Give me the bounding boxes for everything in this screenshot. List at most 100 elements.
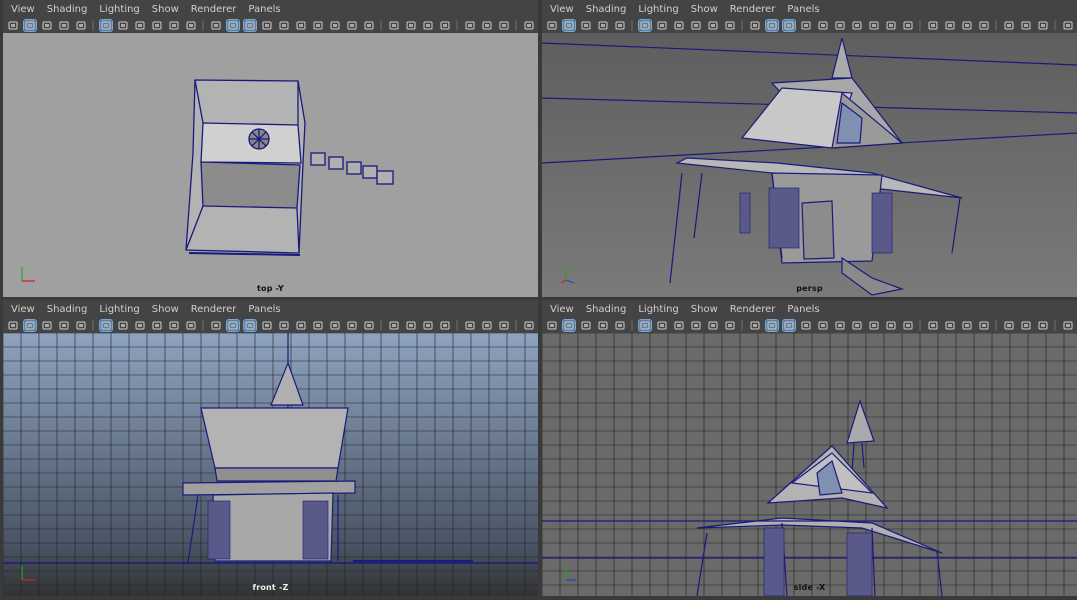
resolution-gate-icon[interactable] [673, 20, 685, 31]
viewport-panel-side[interactable]: View Shading Lighting Show Renderer Pane… [542, 300, 1077, 596]
frame-all-icon[interactable] [481, 20, 493, 31]
wireframe-on-shaded-icon[interactable] [243, 19, 257, 32]
depth-of-field-icon[interactable] [927, 320, 939, 331]
frame-all-icon[interactable] [1020, 320, 1032, 331]
xray-joints-icon[interactable] [422, 320, 434, 331]
ambient-occlusion-icon[interactable] [329, 320, 341, 331]
camera-attr-icon[interactable] [562, 319, 576, 332]
shadows-icon[interactable] [312, 320, 324, 331]
grid-icon[interactable] [99, 319, 113, 332]
menu-panels[interactable]: Panels [248, 4, 280, 15]
anti-alias-icon[interactable] [902, 320, 914, 331]
xray-icon[interactable] [800, 320, 812, 331]
resolution-icon[interactable] [523, 20, 535, 31]
wireframe-icon[interactable] [210, 320, 222, 331]
ui-icon[interactable] [464, 20, 476, 31]
camera-icon[interactable] [546, 320, 558, 331]
frame-selected-icon[interactable] [498, 320, 510, 331]
anti-alias-icon[interactable] [902, 20, 914, 31]
bookmark-icon[interactable] [41, 320, 53, 331]
viewport-front[interactable]: front -Z [3, 333, 538, 596]
isolate-select-icon[interactable] [944, 20, 956, 31]
gate-mask-icon[interactable] [151, 20, 163, 31]
menu-panels[interactable]: Panels [787, 4, 819, 15]
menu-view[interactable]: View [550, 4, 574, 15]
camera-attr-icon[interactable] [23, 19, 37, 32]
resolution-gate-icon[interactable] [134, 20, 146, 31]
menu-view[interactable]: View [11, 304, 35, 315]
isolate-select-icon[interactable] [405, 20, 417, 31]
camera-icon[interactable] [7, 20, 19, 31]
image-plane-icon[interactable] [75, 20, 87, 31]
ui-icon[interactable] [1003, 320, 1015, 331]
camera-icon[interactable] [546, 20, 558, 31]
viewport-panel-top[interactable]: View Shading Lighting Show Renderer Pane… [3, 0, 538, 297]
smooth-shade-icon[interactable] [765, 319, 779, 332]
lights-icon[interactable] [834, 20, 846, 31]
grid-icon[interactable] [99, 19, 113, 32]
menu-renderer[interactable]: Renderer [191, 4, 237, 15]
field-chart-icon[interactable] [707, 320, 719, 331]
menu-shading[interactable]: Shading [586, 4, 627, 15]
camera-icon[interactable] [7, 320, 19, 331]
grid-icon[interactable] [638, 319, 652, 332]
camera-attr-icon[interactable] [23, 319, 37, 332]
wireframe-icon[interactable] [210, 20, 222, 31]
depth-of-field-icon[interactable] [388, 320, 400, 331]
shadows-icon[interactable] [851, 320, 863, 331]
frame-all-icon[interactable] [1020, 20, 1032, 31]
viewport-panel-front[interactable]: View Shading Lighting Show Renderer Pane… [3, 300, 538, 596]
menu-shading[interactable]: Shading [47, 4, 88, 15]
lights-icon[interactable] [834, 320, 846, 331]
grid-icon[interactable] [638, 19, 652, 32]
motion-blur-icon[interactable] [885, 320, 897, 331]
bookmark-icon[interactable] [580, 20, 592, 31]
wireframe-on-shaded-icon[interactable] [243, 319, 257, 332]
menu-lighting[interactable]: Lighting [99, 304, 139, 315]
film-gate-icon[interactable] [117, 320, 129, 331]
viewport-persp[interactable]: persp [542, 33, 1077, 297]
xray-active-icon[interactable] [978, 20, 990, 31]
menu-show[interactable]: Show [152, 304, 179, 315]
menu-lighting[interactable]: Lighting [99, 4, 139, 15]
viewport-side[interactable]: side -X [542, 333, 1077, 596]
image-plane-icon[interactable] [614, 320, 626, 331]
isolate-select-icon[interactable] [405, 320, 417, 331]
safe-action-icon[interactable] [724, 20, 736, 31]
menu-renderer[interactable]: Renderer [730, 304, 776, 315]
menu-show[interactable]: Show [152, 4, 179, 15]
isolate-icon[interactable] [278, 320, 290, 331]
bookmark-icon[interactable] [41, 20, 53, 31]
frame-selected-icon[interactable] [1037, 320, 1049, 331]
isolate-icon[interactable] [278, 20, 290, 31]
xray-joints-icon[interactable] [961, 20, 973, 31]
frame-all-icon[interactable] [481, 320, 493, 331]
safe-action-icon[interactable] [724, 320, 736, 331]
anti-alias-icon[interactable] [363, 320, 375, 331]
xray-active-icon[interactable] [439, 320, 451, 331]
smooth-shade-icon[interactable] [226, 19, 240, 32]
film-gate-icon[interactable] [117, 20, 129, 31]
menu-show[interactable]: Show [691, 4, 718, 15]
xray-active-icon[interactable] [978, 320, 990, 331]
pencil-icon[interactable] [597, 320, 609, 331]
image-plane-icon[interactable] [614, 20, 626, 31]
lights-icon[interactable] [295, 20, 307, 31]
resolution-icon[interactable] [523, 320, 535, 331]
wireframe-icon[interactable] [749, 320, 761, 331]
shadows-icon[interactable] [312, 20, 324, 31]
menu-view[interactable]: View [11, 4, 35, 15]
menu-renderer[interactable]: Renderer [191, 304, 237, 315]
bookmark-icon[interactable] [580, 320, 592, 331]
pencil-icon[interactable] [58, 320, 70, 331]
shadows-icon[interactable] [851, 20, 863, 31]
menu-panels[interactable]: Panels [248, 304, 280, 315]
menu-shading[interactable]: Shading [586, 304, 627, 315]
menu-panels[interactable]: Panels [787, 304, 819, 315]
menu-view[interactable]: View [550, 304, 574, 315]
menu-lighting[interactable]: Lighting [638, 4, 678, 15]
frame-selected-icon[interactable] [498, 20, 510, 31]
viewport-panel-persp[interactable]: View Shading Lighting Show Renderer Pane… [542, 0, 1077, 297]
pencil-icon[interactable] [58, 20, 70, 31]
field-chart-icon[interactable] [168, 20, 180, 31]
